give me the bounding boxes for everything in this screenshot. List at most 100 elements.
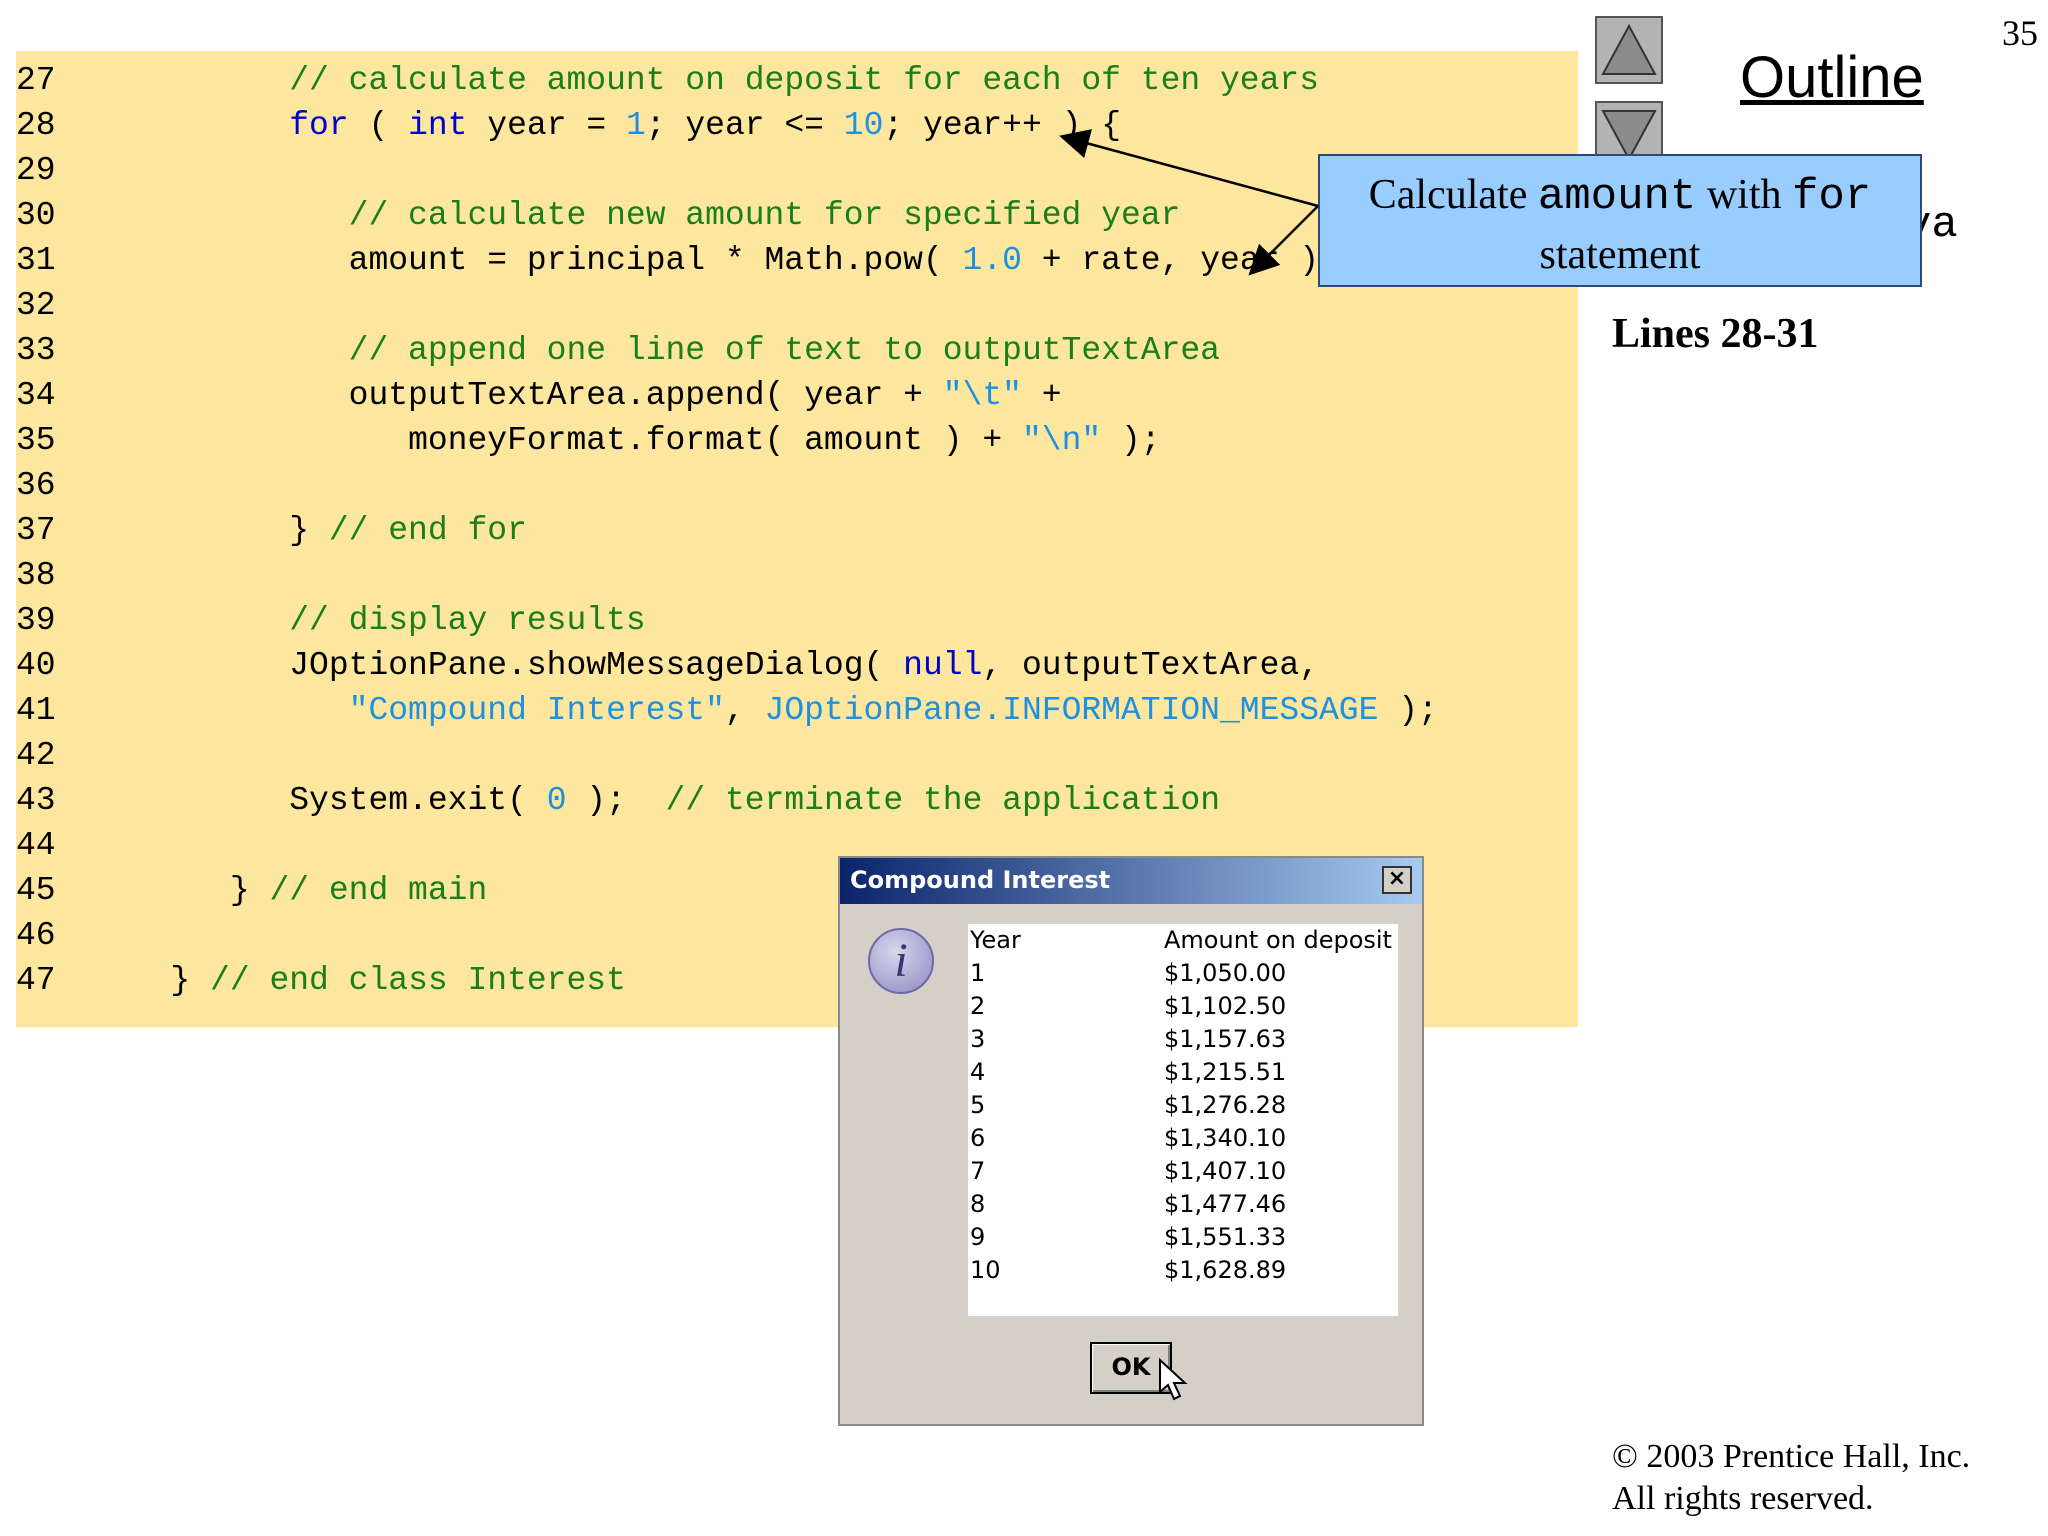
code-text: ); xyxy=(1378,692,1438,729)
line-number: 41 xyxy=(16,692,56,729)
code-text: JOptionPane.showMessageDialog( xyxy=(289,647,904,684)
table-row: 3 $1,157.63 xyxy=(968,1023,1398,1056)
code-keyword: null xyxy=(903,647,983,684)
line-number: 29 xyxy=(16,152,56,189)
copyright-line: © 2003 Prentice Hall, Inc. xyxy=(1612,1438,1971,1475)
line-number: 33 xyxy=(16,332,56,369)
line-number: 47 xyxy=(16,962,56,999)
code-text: ); xyxy=(566,782,666,819)
line-number: 35 xyxy=(16,422,56,459)
table-row: 1 $1,050.00 xyxy=(968,957,1398,990)
year-cell: 1 xyxy=(970,959,986,987)
compound-interest-dialog: Compound Interest × i Year Amount on dep… xyxy=(838,856,1424,1426)
code-line-34: 34 outputTextArea.append( year + "\t" + xyxy=(16,373,1062,418)
callout-text: with xyxy=(1696,172,1792,218)
table-row: 6 $1,340.10 xyxy=(968,1122,1398,1155)
table-row: 9 $1,551.33 xyxy=(968,1221,1398,1254)
table-header: Year Amount on deposit xyxy=(968,924,1398,957)
code-string: "Compound Interest" xyxy=(348,692,725,729)
code-text: ; year <= xyxy=(645,107,844,144)
code-line-43: 43 System.exit( 0 ); // terminate the ap… xyxy=(16,778,1220,823)
line-number: 39 xyxy=(16,602,56,639)
code-line-46: 46 xyxy=(16,913,111,958)
callout-text: statement xyxy=(1539,232,1701,278)
line-number: 42 xyxy=(16,737,56,774)
code-string: "\n" xyxy=(1021,422,1102,459)
code-text: amount = principal * Math.pow( xyxy=(348,242,963,279)
code-line-33: 33 // append one line of text to outputT… xyxy=(16,328,1220,373)
line-number: 32 xyxy=(16,287,56,324)
code-number: 10 xyxy=(843,107,884,144)
code-text: System.exit( xyxy=(289,782,547,819)
outline-title[interactable]: Outline xyxy=(1740,44,1924,111)
code-text: ( xyxy=(348,107,409,144)
code-string: "\t" xyxy=(942,377,1022,414)
line-number: 46 xyxy=(16,917,56,954)
amount-cell: $1,477.46 xyxy=(1164,1190,1287,1218)
line-number: 28 xyxy=(16,107,56,144)
code-text: , xyxy=(724,692,765,729)
code-line-30: 30 // calculate new amount for specified… xyxy=(16,193,1180,238)
line-number: 38 xyxy=(16,557,56,594)
code-comment: // calculate amount on deposit for each … xyxy=(289,62,1320,99)
code-line-47: 47 } // end class Interest xyxy=(16,958,626,1003)
code-line-38: 38 xyxy=(16,553,111,598)
line-number: 34 xyxy=(16,377,56,414)
table-row: 8 $1,477.46 xyxy=(968,1188,1398,1221)
code-line-37: 37 } // end for xyxy=(16,508,527,553)
code-number: 0 xyxy=(546,782,567,819)
table-row: 7 $1,407.10 xyxy=(968,1155,1398,1188)
callout-code: for xyxy=(1791,172,1872,222)
code-comment: // terminate the application xyxy=(665,782,1221,819)
code-line-39: 39 // display results xyxy=(16,598,646,643)
code-text: year = xyxy=(467,107,626,144)
nav-up-button[interactable] xyxy=(1595,16,1663,84)
amount-cell: $1,215.51 xyxy=(1164,1058,1287,1086)
line-number: 37 xyxy=(16,512,56,549)
callout-code: amount xyxy=(1537,172,1697,222)
amount-cell: $1,050.00 xyxy=(1164,959,1287,987)
amount-cell: $1,276.28 xyxy=(1164,1091,1287,1119)
code-text: outputTextArea.append( year + xyxy=(348,377,943,414)
year-cell: 4 xyxy=(970,1058,986,1086)
year-header: Year xyxy=(970,926,1021,954)
code-text: + rate, year ); xyxy=(1021,242,1339,279)
line-number: 45 xyxy=(16,872,56,909)
code-text: moneyFormat.format( amount ) + xyxy=(408,422,1022,459)
amount-cell: $1,340.10 xyxy=(1164,1124,1287,1152)
code-line-41: 41 "Compound Interest", JOptionPane.INFO… xyxy=(16,688,1438,733)
line-number: 30 xyxy=(16,197,56,234)
year-cell: 8 xyxy=(970,1190,986,1218)
lines-label: Lines 28-31 xyxy=(1612,311,1819,357)
code-line-42: 42 xyxy=(16,733,111,778)
copyright: © 2003 Prentice Hall, Inc. All rights re… xyxy=(1612,1436,1970,1520)
year-cell: 6 xyxy=(970,1124,986,1152)
code-text: } xyxy=(289,512,329,549)
year-cell: 7 xyxy=(970,1157,986,1185)
line-number: 40 xyxy=(16,647,56,684)
code-number: 1.0 xyxy=(962,242,1022,279)
code-number: 1 xyxy=(625,107,646,144)
code-line-44: 44 xyxy=(16,823,111,868)
code-text: } xyxy=(170,962,211,999)
code-text: ; year++ ) { xyxy=(883,107,1122,144)
line-number: 31 xyxy=(16,242,56,279)
code-comment: // end class Interest xyxy=(210,962,626,999)
amount-cell: $1,407.10 xyxy=(1164,1157,1287,1185)
dialog-titlebar[interactable]: Compound Interest × xyxy=(840,858,1422,904)
code-keyword: int xyxy=(408,107,468,144)
year-cell: 9 xyxy=(970,1223,986,1251)
code-line-29: 29 xyxy=(16,148,111,193)
code-text: } xyxy=(229,872,270,909)
amount-cell: $1,157.63 xyxy=(1164,1025,1287,1053)
code-keyword: for xyxy=(289,107,349,144)
triangle-up-icon xyxy=(1601,23,1657,75)
close-button[interactable]: × xyxy=(1382,866,1412,894)
dialog-title: Compound Interest xyxy=(850,866,1111,894)
code-comment: // end for xyxy=(328,512,527,549)
code-text: , outputTextArea, xyxy=(982,647,1320,684)
table-row: 4 $1,215.51 xyxy=(968,1056,1398,1089)
code-line-31: 31 amount = principal * Math.pow( 1.0 + … xyxy=(16,238,1339,283)
output-text-area[interactable]: Year Amount on deposit 1 $1,050.00 2 $1,10… xyxy=(968,924,1398,1316)
code-line-32: 32 xyxy=(16,283,111,328)
